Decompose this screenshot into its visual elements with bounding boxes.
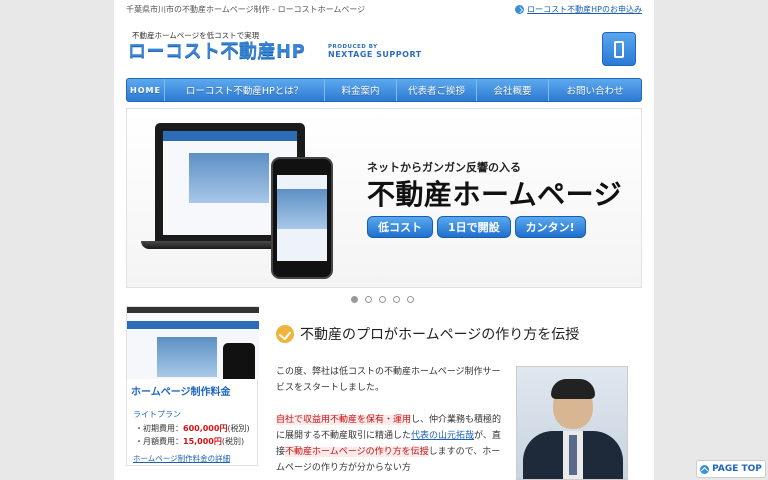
slider-dots xyxy=(351,296,414,303)
site-tagline: 千葉県市川市の不動産ホームページ制作 - ローコストホームページ xyxy=(126,4,366,14)
main-nav: HOME ローコスト不動産HPとは？ 料金案内 代表者ご挨拶 会社概要 お問い合… xyxy=(126,78,642,102)
pricing-detail-link[interactable]: ホームページ制作料金の詳細 xyxy=(133,453,230,464)
section-title: 不動産のプロがホームページの作り方を伝授 xyxy=(300,327,580,343)
slider-dot-2[interactable] xyxy=(365,296,372,303)
initial-fee-amount: 600,000円 xyxy=(183,424,228,433)
monthly-fee: ・月額費用：15,000円(税別) xyxy=(135,436,244,447)
representative-link[interactable]: 代表の山元拓哉 xyxy=(411,431,474,441)
highlight-teach: 不動産ホームページの作り方を伝授 xyxy=(285,447,429,457)
monthly-fee-amount: 15,000円 xyxy=(183,437,222,446)
arrow-up-icon xyxy=(700,464,710,474)
badge-one-day: 1日で開設 xyxy=(437,216,511,238)
checkmark-icon xyxy=(276,325,294,343)
initial-fee: ・初期費用：600,000円(税別) xyxy=(135,423,250,434)
monthly-fee-tax: (税別) xyxy=(221,437,245,446)
promo-screenshot xyxy=(127,307,259,379)
hero-slider[interactable]: ネットからガンガン反響の入る 不動産ホームページ 低コスト 1日で開設 カンタン… xyxy=(126,108,642,288)
representative-photo xyxy=(516,366,628,480)
badge-low-cost: 低コスト xyxy=(367,216,433,238)
promo-plan: ライトプラン xyxy=(133,410,181,419)
nav-greeting[interactable]: 代表者ご挨拶 xyxy=(397,79,477,101)
nav-company[interactable]: 会社概要 xyxy=(477,79,549,101)
nav-contact[interactable]: お問い合わせ xyxy=(549,79,641,101)
nav-about[interactable]: ローコスト不動産HPとは？ xyxy=(165,79,325,101)
logo-title: ローコスト不動産HP xyxy=(128,41,306,62)
logo-tagline: 不動産ホームページを低コストで実現 xyxy=(132,31,260,40)
initial-fee-tax: (税別) xyxy=(227,424,250,433)
partner-logo: PRODUCED BY NEXTAGE SUPPORT xyxy=(328,44,422,59)
apply-link[interactable]: ローコスト不動産HPのお申込み xyxy=(515,4,642,15)
hero-badges: 低コスト 1日で開設 カンタン! xyxy=(367,216,586,238)
top-bar: 千葉県市川市の不動産ホームページ制作 - ローコストホームページ ローコスト不動… xyxy=(126,0,642,18)
badge-easy: カンタン! xyxy=(514,216,586,238)
smartphone-image xyxy=(271,157,333,279)
smartphone-icon xyxy=(614,40,624,58)
promo-title: ホームページ制作料金 xyxy=(131,387,231,398)
slider-dot-5[interactable] xyxy=(407,296,414,303)
page-top-label: PAGE TOP xyxy=(712,464,762,474)
nav-home[interactable]: HOME xyxy=(127,79,165,101)
pricing-promo[interactable]: ホームページ制作料金 ライトプラン ・初期費用：600,000円(税別) ・月額… xyxy=(126,306,259,466)
slider-dot-4[interactable] xyxy=(393,296,400,303)
slider-dot-1[interactable] xyxy=(351,296,358,303)
hero-title: 不動産ホームページ xyxy=(367,178,623,211)
logo[interactable]: 不動産ホームページを低コストで実現 ローコスト不動産HP xyxy=(128,30,305,63)
intro-paragraph: この度、弊社は低コストの不動産ホームページ制作サービスをスタートしました。 xyxy=(276,367,501,393)
page-container: 千葉県市川市の不動産ホームページ制作 - ローコストホームページ ローコスト不動… xyxy=(114,0,654,480)
slider-dot-3[interactable] xyxy=(379,296,386,303)
body-paragraph: 自社で収益用不動産を保有・運用し、仲介業務も積極的に展開する不動産取引に精通した… xyxy=(276,412,506,476)
section-heading: 不動産のプロがホームページの作り方を伝授 xyxy=(276,324,579,344)
page-top-button[interactable]: PAGE TOP xyxy=(696,460,766,478)
partner-name: NEXTAGE SUPPORT xyxy=(328,50,422,59)
nav-pricing[interactable]: 料金案内 xyxy=(325,79,397,101)
initial-fee-label: ・初期費用： xyxy=(135,424,183,433)
mobile-site-button[interactable] xyxy=(602,32,636,66)
monthly-fee-label: ・月額費用： xyxy=(135,437,183,446)
apply-link-label: ローコスト不動産HPのお申込み xyxy=(527,4,642,14)
highlight-owning: 自社で収益用不動産を保有・運用 xyxy=(276,415,412,425)
chevron-right-icon xyxy=(515,4,525,14)
